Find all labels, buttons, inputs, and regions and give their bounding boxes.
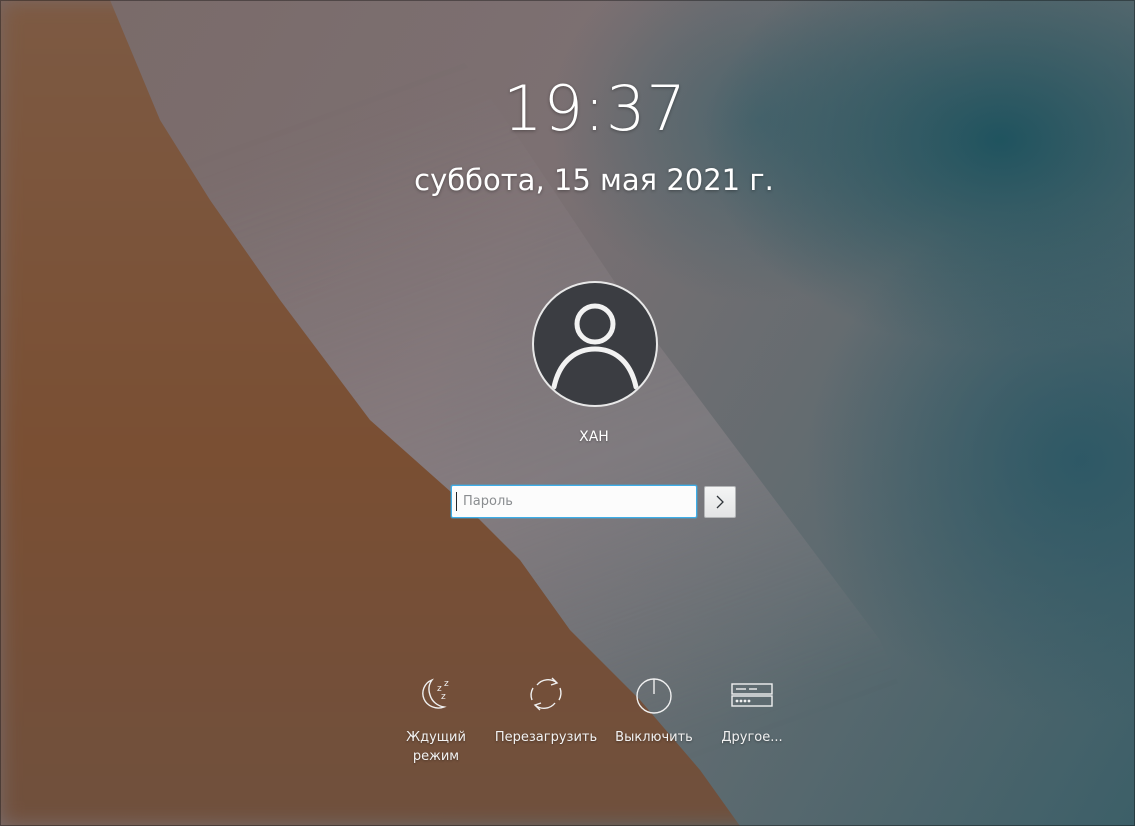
shutdown-button[interactable]: Выключить [609,672,699,747]
svg-text:z: z [441,692,446,702]
shutdown-label: Выключить [615,730,693,745]
clock-date: суббота, 15 мая 2021 г. [414,163,774,197]
login-button[interactable] [704,486,736,518]
other-label: Другое... [721,730,783,745]
switch-user-icon [730,672,774,716]
clock-time: 19:37 [503,72,687,145]
username: ХАН [579,429,609,445]
chevron-right-icon [716,495,724,509]
sleep-moon-icon: z z z [414,672,458,716]
restart-button[interactable]: Перезагрузить [490,672,602,747]
sleep-button[interactable]: z z z Ждущий режим [396,672,476,766]
user-icon [551,303,639,390]
sleep-label: Ждущий режим [406,730,466,764]
password-input[interactable] [456,492,696,511]
restart-icon [524,672,568,716]
password-field-frame [451,485,697,518]
svg-text:z: z [444,679,449,689]
restart-label: Перезагрузить [494,730,598,745]
other-button[interactable]: Другое... [712,672,792,747]
avatar [532,281,658,407]
power-icon [632,672,676,716]
